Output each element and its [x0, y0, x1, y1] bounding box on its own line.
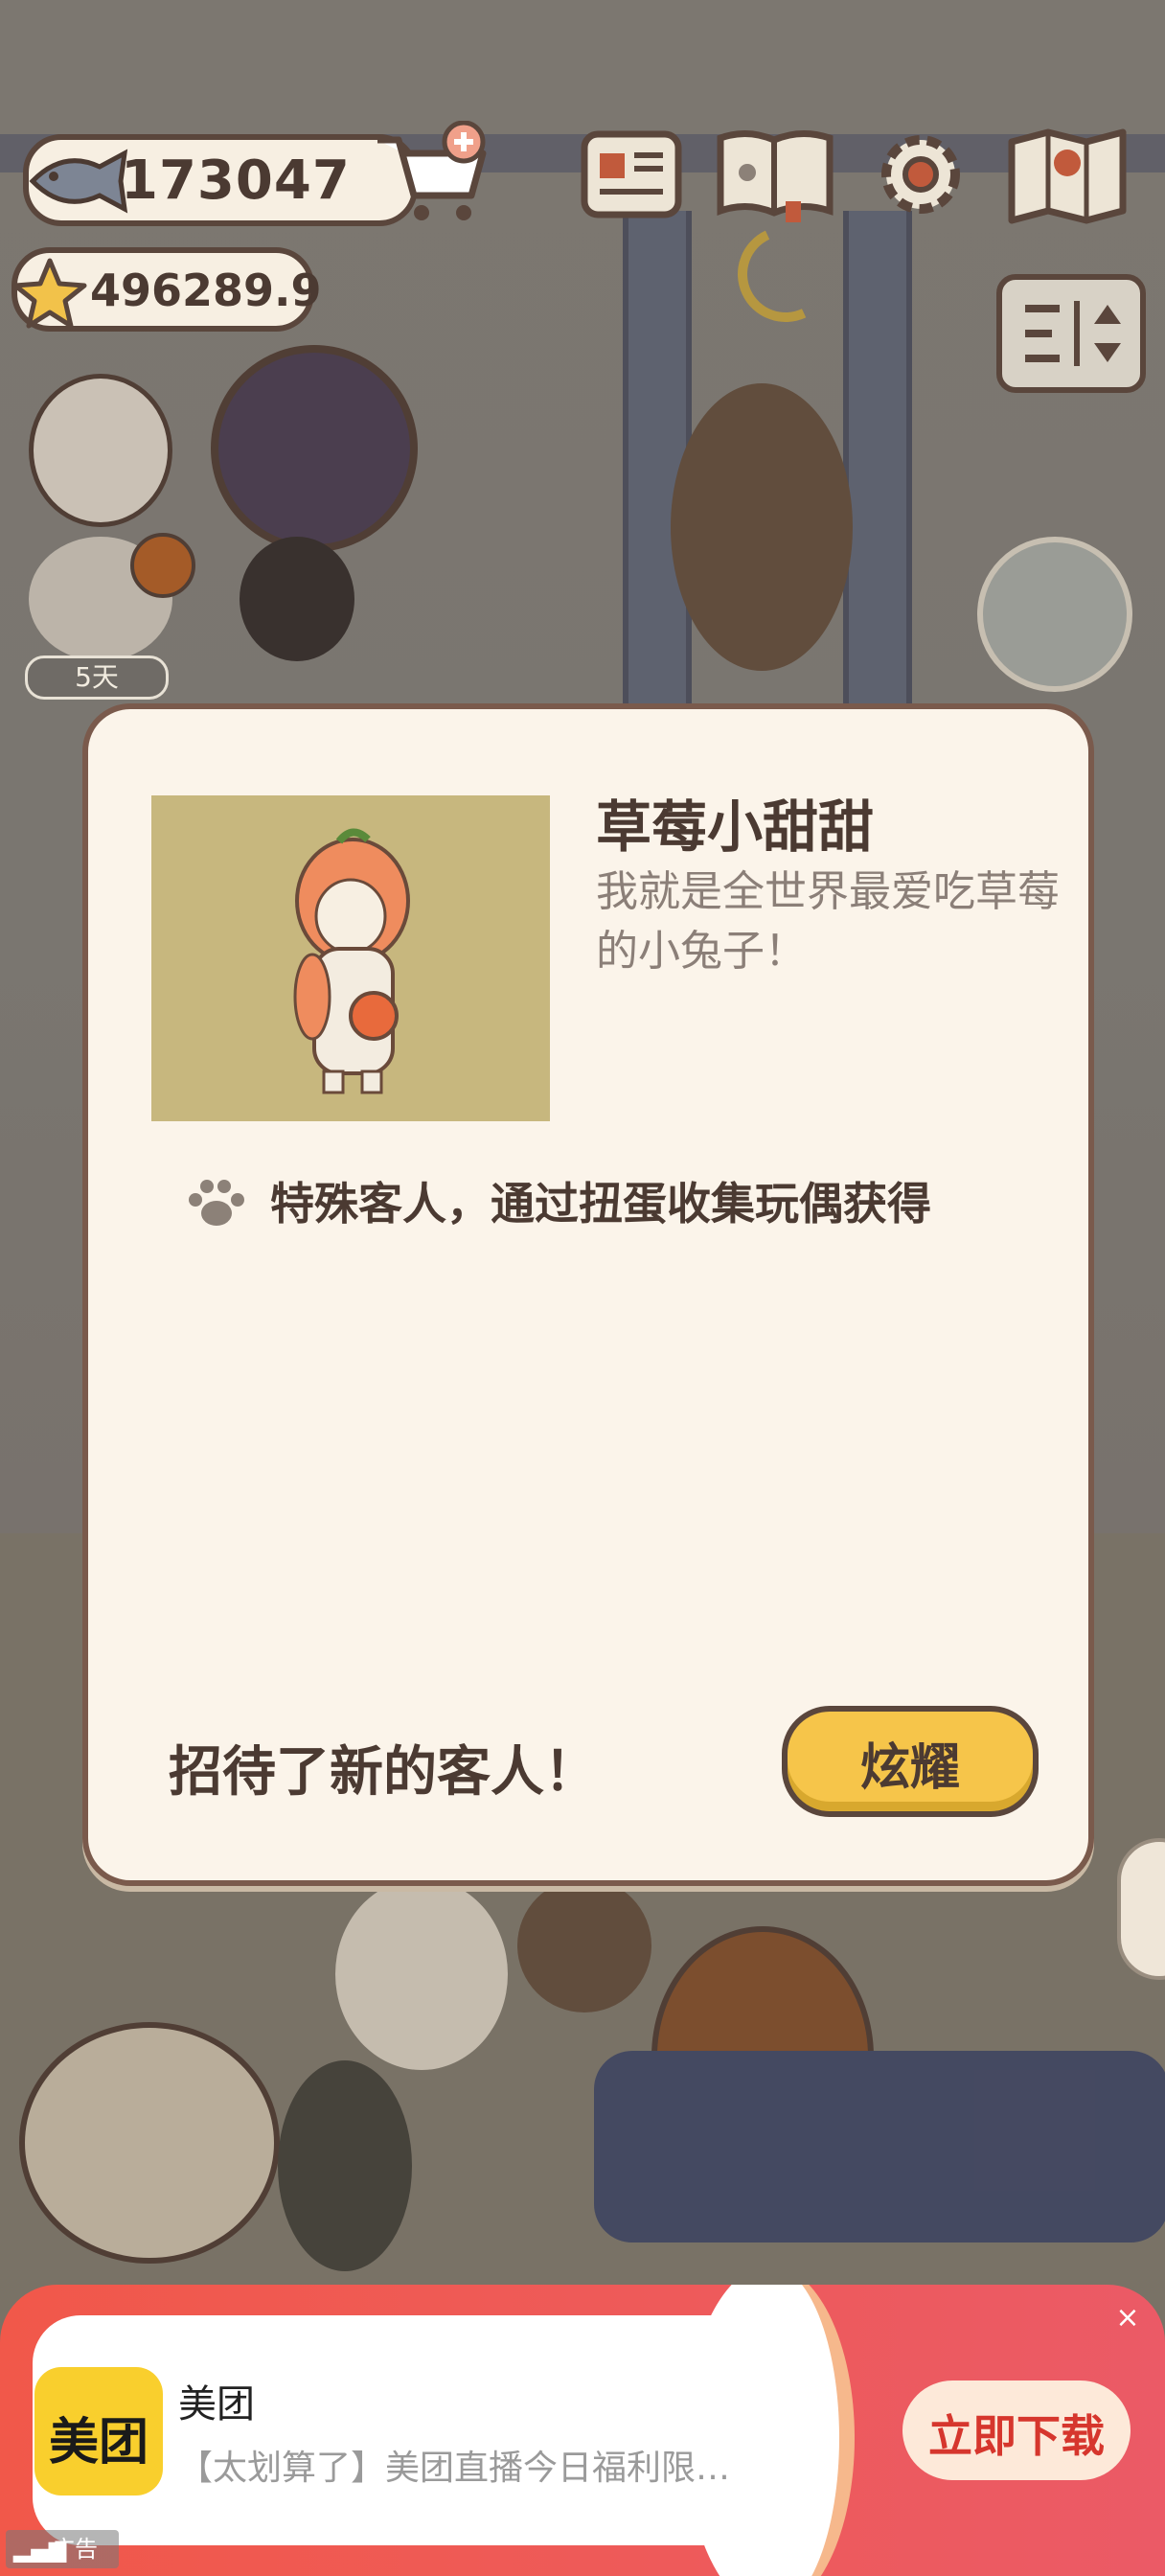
show-off-button[interactable]: 炫耀 [782, 1706, 1039, 1817]
fish-currency-counter: 173047 [23, 134, 418, 226]
signal-icon: ▂▄▆ [13, 2536, 67, 2563]
catalog-book-icon[interactable] [713, 125, 837, 224]
fish-count: 173047 [121, 150, 351, 212]
new-customer-dialog: 草莓小甜甜 我就是全世界最爱吃草莓的小兔子！ 特殊客人，通过扭蛋收集玩偶获得 招… [82, 703, 1094, 1886]
star-count: 496289.9 [90, 264, 322, 316]
sort-toggle-icon [1025, 301, 1121, 366]
map-icon[interactable] [1006, 125, 1129, 224]
meituan-logo: 美团 [34, 2367, 163, 2496]
customer-description: 我就是全世界最爱吃草莓的小兔子！ [596, 867, 1060, 976]
paw-icon [189, 1180, 244, 1226]
customer-portrait [151, 795, 550, 1121]
ad-label-text: 广告 [52, 2536, 98, 2563]
new-customer-message: 招待了新的客人！ [169, 1741, 598, 1804]
fish-icon [29, 149, 128, 214]
ad-text: 【太划算了】美团直播今日福利限… [178, 2449, 731, 2488]
ad-brand-name: 美团 [178, 2382, 255, 2426]
star-currency-counter: 496289.9 [11, 247, 322, 332]
ad-banner[interactable]: 美团 美团 【太划算了】美团直播今日福利限… 立即下载 × ▂▄▆广告 [0, 2285, 1165, 2576]
ad-download-label: 立即下载 [928, 2410, 1105, 2462]
show-off-button-label: 炫耀 [859, 1739, 960, 1797]
customer-name: 草莓小甜甜 [596, 794, 875, 860]
customer-unlock-note: 特殊客人，通过扭蛋收集玩偶获得 [270, 1178, 931, 1230]
ad-download-button[interactable]: 立即下载 [902, 2380, 1131, 2480]
strawberry-bunny-illustration [293, 828, 410, 1094]
meituan-logo-text: 美团 [48, 2414, 148, 2472]
side-drawer-tab[interactable] [1117, 1838, 1165, 1980]
close-icon[interactable]: × [1113, 2304, 1142, 2333]
star-icon [12, 258, 87, 329]
sort-toggle-button[interactable] [996, 274, 1146, 393]
settings-gear-icon[interactable] [868, 125, 973, 224]
day-counter-badge: 5天 [25, 656, 169, 700]
ad-label: ▂▄▆广告 [6, 2530, 119, 2568]
shopping-cart-plus-icon[interactable] [372, 121, 496, 228]
newspaper-icon[interactable] [579, 125, 684, 224]
